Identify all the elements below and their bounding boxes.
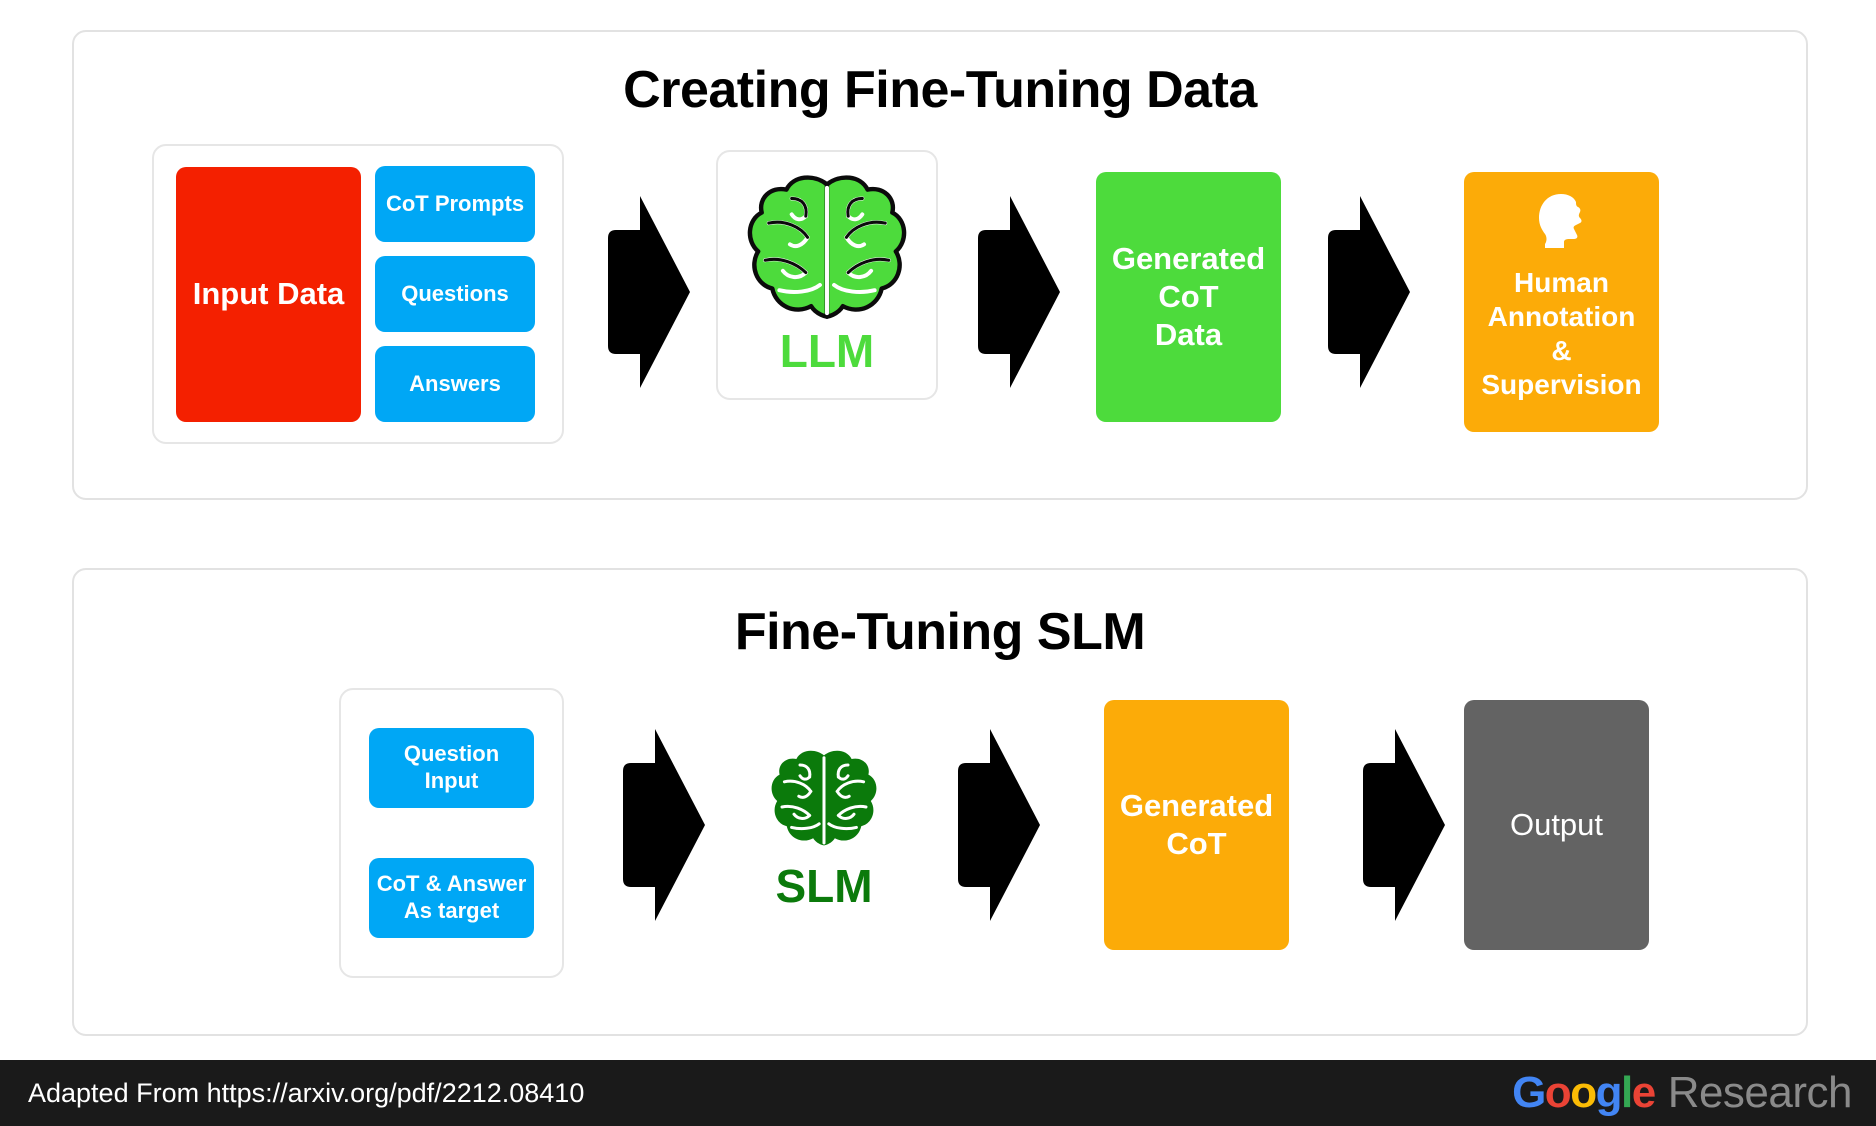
generated-cot-line-1: Generated [1119, 788, 1274, 824]
brain-icon [771, 750, 877, 846]
flow-arrow-3 [1324, 192, 1414, 392]
flow-arrow-1 [604, 192, 694, 392]
answers-block[interactable]: Answers [375, 346, 535, 422]
logo-letter-o1: o [1544, 1068, 1572, 1117]
panel-fine-tuning-slm: Fine-Tuning SLM Question Input CoT & Ans… [72, 568, 1808, 1036]
logo-letter-g1: G [1512, 1068, 1546, 1117]
slm-label: SLM [775, 860, 873, 912]
thick-right-arrow-icon [623, 729, 705, 921]
flow-arrow-6 [1359, 725, 1449, 925]
human-annotation-line-1: Human [1514, 267, 1609, 298]
flow-arrow-5 [954, 725, 1044, 925]
page-title-creating: Creating Fine-Tuning Data [623, 61, 1257, 119]
slm-input-group: Question Input CoT & Answer As target [339, 688, 564, 978]
thick-right-arrow-icon [1328, 196, 1410, 388]
attribution-text: Adapted From https://arxiv.org/pdf/2212.… [28, 1077, 585, 1108]
human-annotation-block[interactable]: Human Annotation & Supervision [1464, 172, 1659, 432]
slm-model-card[interactable]: SLM [724, 725, 924, 935]
cot-prompts-block[interactable]: CoT Prompts [375, 166, 535, 242]
output-block[interactable]: Output [1464, 700, 1649, 950]
logo-letter-e: e [1631, 1068, 1656, 1117]
input-data-group: Input Data CoT Prompts Questions Answers [152, 144, 564, 444]
generated-cot-data-line-2: CoT [1158, 279, 1219, 315]
logo-research-word: Research [1667, 1068, 1853, 1117]
human-annotation-line-2: Annotation [1487, 301, 1636, 333]
flow-arrow-2 [974, 192, 1064, 392]
brain-icon [747, 175, 907, 319]
llm-model-card[interactable]: LLM [716, 150, 938, 400]
page-title-finetune: Fine-Tuning SLM [734, 603, 1146, 661]
generated-cot-data-line-1: Generated [1111, 241, 1266, 277]
human-annotation-line-3: & [1551, 335, 1572, 367]
cot-answer-target-line-2: As target [403, 898, 500, 923]
input-data-item-stack: CoT Prompts Questions Answers [375, 166, 535, 422]
thick-right-arrow-icon [1363, 729, 1445, 921]
generated-cot-data-block[interactable]: Generated CoT Data [1096, 172, 1281, 422]
generated-cot-data-line-3: Data [1154, 316, 1223, 352]
generated-cot-block[interactable]: Generated CoT [1104, 700, 1289, 950]
logo-letter-o2: o [1570, 1068, 1597, 1117]
cot-answer-target-block[interactable]: CoT & Answer As target [369, 858, 534, 938]
input-data-block[interactable]: Input Data [176, 166, 361, 422]
thick-right-arrow-icon [608, 196, 690, 388]
logo-letter-g2: g [1595, 1068, 1623, 1117]
cot-answer-target-line-1: CoT & Answer [376, 871, 527, 897]
questions-block[interactable]: Questions [375, 256, 535, 332]
human-annotation-line-4: Supervision [1481, 369, 1642, 401]
google-research-logo: G o o g l e Research [1512, 1068, 1852, 1118]
question-input-line-2: Input [424, 768, 479, 793]
question-input-line-1: Question [403, 741, 500, 767]
llm-label: LLM [779, 325, 875, 377]
thick-right-arrow-icon [978, 196, 1060, 388]
panel-creating-fine-tuning-data: Creating Fine-Tuning Data Input Data CoT… [72, 30, 1808, 500]
flow-arrow-4 [619, 725, 709, 925]
thick-right-arrow-icon [958, 729, 1040, 921]
head-silhouette-icon [1538, 194, 1581, 248]
question-input-block[interactable]: Question Input [369, 728, 534, 808]
footer-bar: Adapted From https://arxiv.org/pdf/2212.… [0, 1060, 1876, 1126]
generated-cot-line-2: CoT [1166, 826, 1227, 861]
logo-letter-l: l [1620, 1068, 1633, 1117]
